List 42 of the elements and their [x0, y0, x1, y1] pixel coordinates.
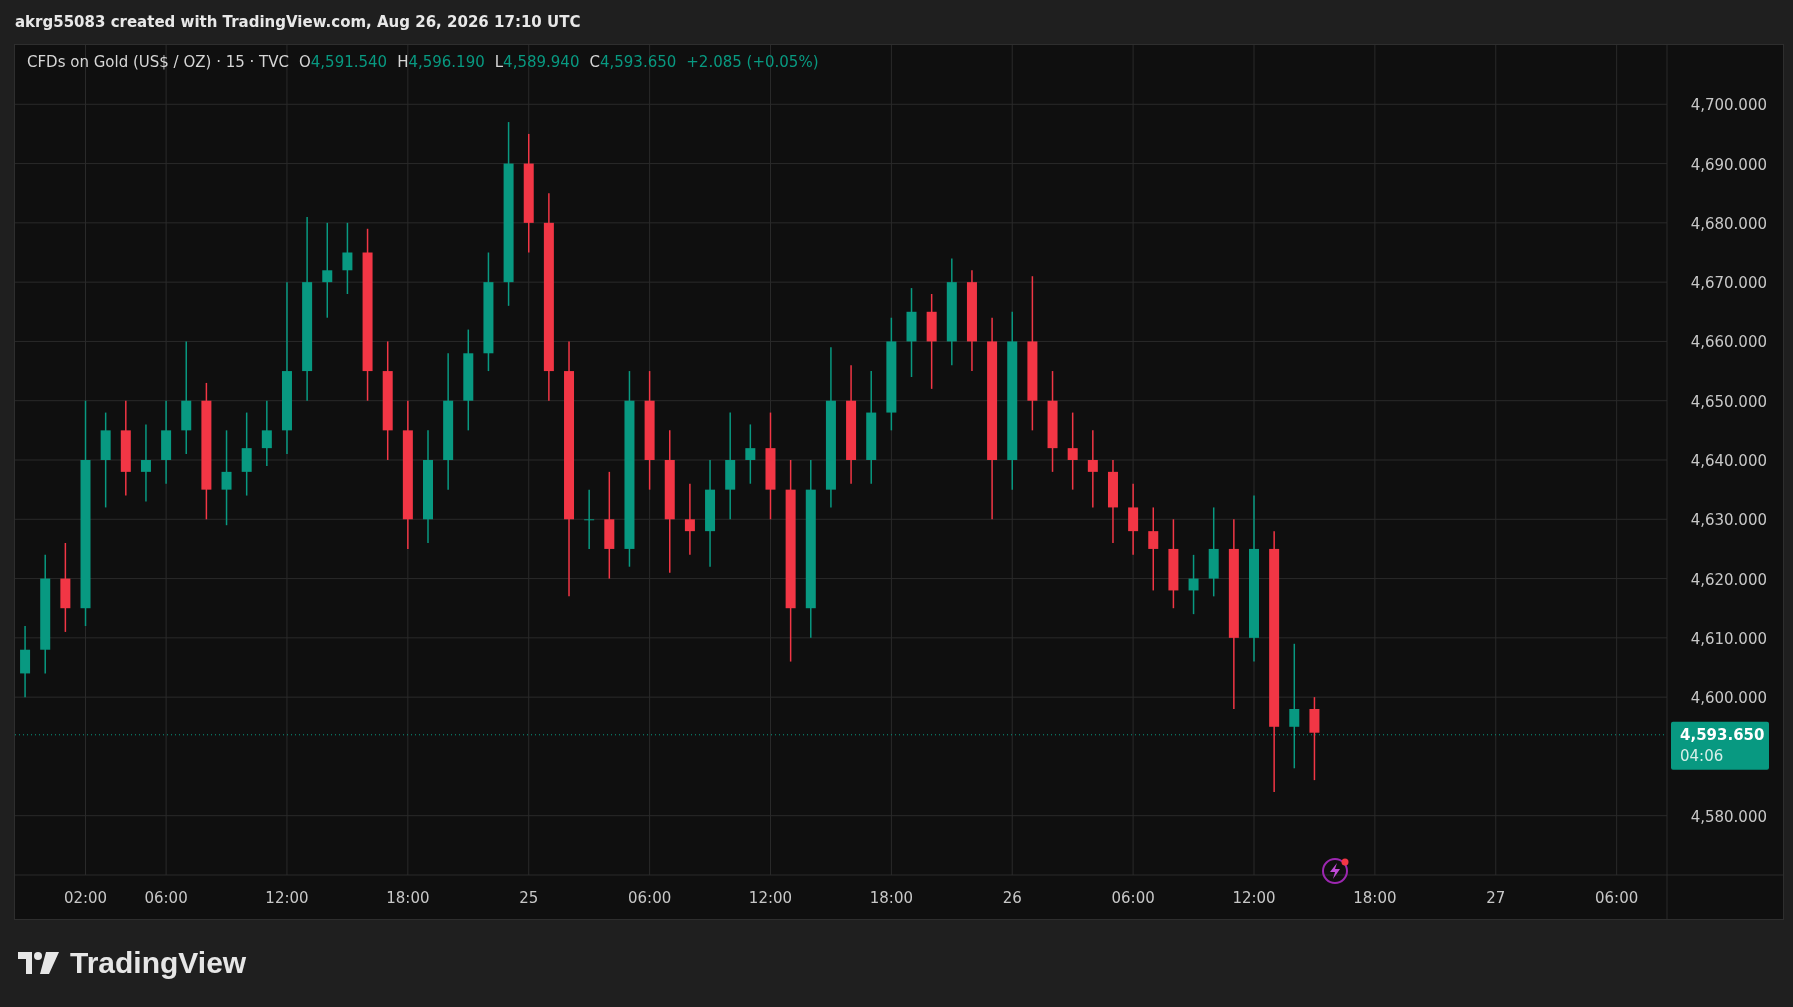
attribution-text: akrg55083 created with TradingView.com, Aug 26, 2026 17:10 UTC	[14, 12, 582, 33]
time-axis-label: 02:00	[63, 889, 108, 907]
time-axis-label: 27	[1486, 889, 1506, 907]
price-axis-label: 4,640.000	[1690, 452, 1767, 470]
lightning-icon[interactable]	[1322, 858, 1349, 884]
price-axis-label: 4,700.000	[1690, 96, 1767, 115]
price-axis-label: 4,600.000	[1690, 689, 1767, 708]
time-axis-label: 06:00	[1111, 889, 1155, 907]
price-axis-label: 4,580.000	[1690, 807, 1767, 826]
time-axis-label: 25	[519, 889, 539, 907]
time-axis-label: 06:00	[144, 889, 188, 907]
ohlc-value: O4,591.540	[298, 53, 388, 71]
time-axis-label: 06:00	[628, 889, 672, 907]
price-axis-label: 4,670.000	[1690, 274, 1767, 293]
ohlc-value: C4,593.650	[589, 53, 677, 71]
price-axis-label: 4,690.000	[1690, 155, 1767, 174]
ohlc-value: H4,596.190	[397, 53, 485, 71]
time-axis-label: 18:00	[1353, 889, 1397, 907]
price-axis-label: 4,660.000	[1690, 333, 1767, 352]
price-axis-label: 4,620.000	[1690, 570, 1767, 589]
candlestick	[745, 423, 756, 485]
time-axis-label: 12:00	[748, 889, 793, 907]
candlestick	[1188, 554, 1199, 615]
logo-text: TradingView	[70, 946, 247, 980]
symbol-title: CFDs on Gold (US$ / OZ) · 15 · TVC	[27, 53, 289, 71]
price-axis-label: 4,630.000	[1690, 511, 1767, 530]
last-price: 4,593.650	[1680, 725, 1765, 744]
price-change: +2.085 (+0.05%)	[686, 53, 819, 71]
price-axis-label: 4,650.000	[1690, 392, 1767, 411]
candlestick	[584, 488, 595, 550]
time-axis-label: 12:00	[1232, 889, 1276, 907]
price-axis-label: 4,610.000	[1690, 629, 1767, 648]
price-axis-label: 4,680.000	[1690, 214, 1767, 233]
time-axis-label: 18:00	[386, 889, 430, 907]
time-axis-label: 06:00	[1595, 889, 1639, 907]
time-axis-label: 12:00	[265, 889, 309, 907]
bar-countdown: 04:06	[1680, 746, 1724, 765]
logo-icon	[18, 951, 60, 975]
candlestick	[261, 399, 272, 467]
ohlc-value: L4,589.940	[494, 53, 580, 71]
time-axis-label: 18:00	[869, 889, 913, 907]
time-axis-label: 26	[1002, 889, 1022, 907]
